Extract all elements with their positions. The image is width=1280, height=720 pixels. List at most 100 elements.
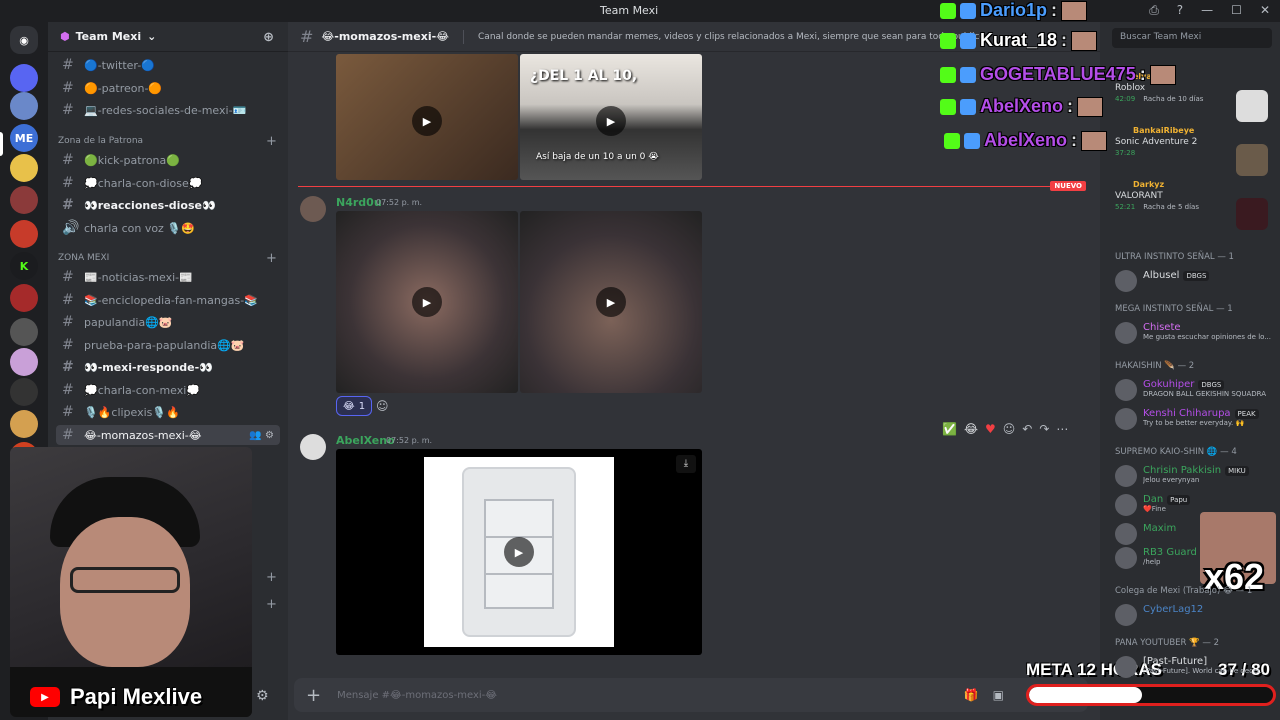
- member-item[interactable]: Chrisin Pakkisin MIKU Jelou everynyan: [1115, 465, 1249, 487]
- channel-item[interactable]: # papulandia🌐🐷: [56, 312, 280, 332]
- member-status: ❤️Fine: [1143, 505, 1166, 513]
- reaction-chip[interactable]: 😂 1: [336, 396, 373, 416]
- server-icon[interactable]: [10, 64, 38, 92]
- video-attachment[interactable]: ▶: [336, 211, 518, 393]
- activity-card[interactable]: BankaiRibeye Sonic Adventure 2 37:28: [1115, 126, 1197, 157]
- add-reaction-icon[interactable]: ☺: [1003, 422, 1016, 436]
- play-icon[interactable]: ▶: [412, 287, 442, 317]
- server-icon[interactable]: [10, 186, 38, 214]
- channel-item[interactable]: # 💭charla-con-mexi💭: [56, 380, 280, 400]
- add-reaction-icon[interactable]: ☺: [376, 399, 392, 415]
- discord-home-icon[interactable]: ◉: [10, 26, 38, 54]
- member-search-input[interactable]: Buscar Team Mexi: [1112, 28, 1272, 48]
- channel-item[interactable]: # 💭charla-con-diose💭: [56, 173, 280, 193]
- minimize-button[interactable]: —: [1201, 3, 1213, 18]
- channel-item[interactable]: # 🟢kick-patrona🟢: [56, 150, 280, 170]
- channel-item[interactable]: # 📚-enciclopedia-fan-mangas-📚: [56, 290, 280, 310]
- avatar: [1115, 408, 1137, 430]
- inbox-icon[interactable]: ⎙: [1149, 3, 1159, 18]
- channel-item[interactable]: # prueba-para-papulandia🌐🐷: [56, 335, 280, 355]
- video-attachment[interactable]: ▶: [336, 54, 518, 180]
- channel-label: 💭charla-con-diose💭: [84, 176, 203, 190]
- add-channel-icon[interactable]: +: [266, 570, 277, 585]
- server-icon[interactable]: [10, 284, 38, 312]
- video-attachment[interactable]: ▶: [520, 211, 702, 393]
- member-item[interactable]: Albusel DBGS: [1115, 270, 1210, 292]
- close-button[interactable]: ✕: [1260, 3, 1270, 18]
- activity-card[interactable]: Darkyz VALORANT 52:21 Racha de 5 días: [1115, 180, 1199, 211]
- member-item[interactable]: Gokuhiper DBGS DRAGON BALL GEKISHIN SQUADR…: [1115, 379, 1266, 401]
- guild-header[interactable]: ⬢ Team Mexi ⌄ ⊕: [48, 22, 288, 52]
- maximize-button[interactable]: ☐: [1231, 3, 1242, 18]
- activity-time: 52:21: [1115, 203, 1136, 211]
- play-icon[interactable]: ▶: [504, 537, 534, 567]
- member-item[interactable]: RB3 Guard/help: [1115, 547, 1197, 569]
- video-attachment[interactable]: ¿DEL 1 AL 10, ▶ Así baja de un 10 a un 0…: [520, 54, 702, 180]
- gif-icon[interactable]: ▣: [993, 688, 1004, 702]
- avatar: [1071, 30, 1098, 51]
- server-icon[interactable]: [10, 378, 38, 406]
- server-icon[interactable]: K: [10, 252, 38, 280]
- channel-item[interactable]: # 📰-noticias-mexi-📰: [56, 267, 280, 287]
- play-icon[interactable]: ▶: [412, 106, 442, 136]
- server-icon[interactable]: ME: [10, 124, 38, 152]
- forward-icon[interactable]: ↷: [1039, 422, 1049, 436]
- avatar: [1115, 656, 1137, 678]
- attach-icon[interactable]: +: [306, 685, 321, 706]
- member-item[interactable]: Kenshi Chiharupa PEAK Try to be better eve…: [1115, 408, 1259, 430]
- channel-actions[interactable]: 👥 ⚙: [249, 430, 274, 441]
- reply-icon[interactable]: ↶: [1022, 422, 1032, 436]
- user-settings-icon[interactable]: ⚙: [256, 688, 269, 704]
- kick-icon: [940, 2, 956, 19]
- category-header[interactable]: Zona de la Patrona +: [58, 134, 277, 149]
- goal-progress-fill: [1029, 687, 1142, 703]
- member-item[interactable]: Dan Papu ❤️Fine: [1115, 494, 1191, 516]
- help-icon[interactable]: ?: [1177, 3, 1183, 18]
- member-item[interactable]: Maxim: [1115, 523, 1176, 545]
- message-author[interactable]: N4rd0u: [336, 196, 382, 209]
- avatar[interactable]: [300, 196, 326, 222]
- play-icon[interactable]: ▶: [596, 106, 626, 136]
- channel-item[interactable]: # 🎙️🔥clipexis🎙️🔥: [56, 402, 280, 422]
- member-status: [Past-Future]. World can be decei...: [1143, 667, 1266, 675]
- play-icon[interactable]: ▶: [596, 287, 626, 317]
- member-item[interactable]: CyberLag12: [1115, 604, 1203, 626]
- avatar[interactable]: [300, 434, 326, 460]
- member-info: Gokuhiper DBGS DRAGON BALL GEKISHIN SQUADR…: [1143, 379, 1266, 398]
- more-icon[interactable]: ⋯: [1056, 422, 1068, 436]
- channel-label: 💭charla-con-mexi💭: [84, 383, 201, 397]
- heart-reaction-icon[interactable]: ♥: [985, 422, 996, 436]
- server-icon[interactable]: [10, 92, 38, 120]
- channel-item[interactable]: # 💻-redes-sociales-de-mexi-🪪: [56, 100, 280, 120]
- server-icon[interactable]: [10, 318, 38, 346]
- add-channel-icon[interactable]: +: [266, 134, 277, 149]
- server-icon[interactable]: [10, 348, 38, 376]
- channel-item[interactable]: # 🟠-patreon-🟠: [56, 78, 280, 98]
- server-icon[interactable]: [10, 154, 38, 182]
- category-header[interactable]: ZONA MEXI +: [58, 251, 277, 266]
- member-item[interactable]: Chisete Me gusta escuchar opiniones de lo…: [1115, 322, 1271, 344]
- channel-item[interactable]: 🔊 charla con voz 🎙️🤩: [56, 218, 280, 238]
- channel-item[interactable]: # 🔵-twitter-🔵: [56, 55, 280, 75]
- check-reaction-icon[interactable]: ✅: [942, 422, 957, 436]
- message-composer[interactable]: + Mensaje #😂-momazos-mexi-😂 🎁 ▣: [294, 678, 1088, 712]
- avatar: [1115, 270, 1137, 292]
- add-channel-icon[interactable]: +: [266, 597, 277, 612]
- badge-icon: [960, 2, 976, 19]
- stream-badge: ▶ Papi Mexlive: [30, 684, 202, 710]
- member-name: Chrisin Pakkisin MIKU: [1143, 465, 1249, 476]
- member-status: Try to be better everyday. 🙌: [1143, 419, 1245, 427]
- channel-item[interactable]: # 👀-mexi-responde-👀: [56, 357, 280, 377]
- gift-icon[interactable]: 🎁: [964, 688, 979, 702]
- server-icon[interactable]: [10, 410, 38, 438]
- channel-label: 🟢kick-patrona🟢: [84, 153, 180, 167]
- server-icon[interactable]: [10, 220, 38, 248]
- add-channel-icon[interactable]: +: [266, 251, 277, 266]
- channel-item[interactable]: # 😂-momazos-mexi-😂 👥 ⚙: [56, 425, 280, 445]
- laugh-reaction-icon[interactable]: 😂: [964, 422, 978, 436]
- video-attachment[interactable]: ▶ ⤓: [336, 449, 702, 655]
- download-icon[interactable]: ⤓: [676, 455, 696, 473]
- member-item[interactable]: [Past-Future] [Past-Future]. World can be…: [1115, 656, 1266, 678]
- invite-icon[interactable]: ⊕: [263, 30, 274, 45]
- channel-item[interactable]: # 👀reacciones-diose👀: [56, 195, 280, 215]
